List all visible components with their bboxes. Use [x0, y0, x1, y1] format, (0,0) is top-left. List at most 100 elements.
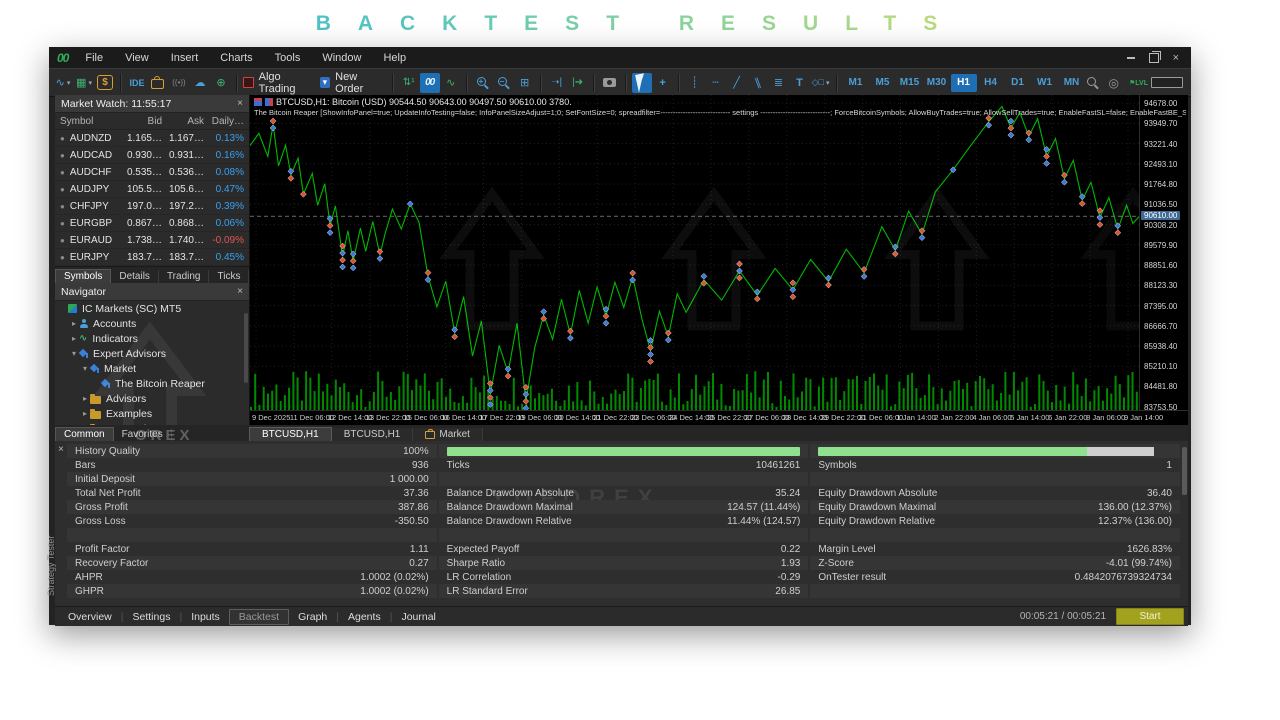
- menu-item-view[interactable]: View: [114, 52, 160, 64]
- chart-tab-btcusd-h1-1[interactable]: BTCUSD,H1: [332, 428, 414, 441]
- timeframe-m5[interactable]: M5: [870, 74, 896, 92]
- shift-end-icon[interactable]: ➝|: [547, 73, 567, 93]
- market-watch-row-eurgbp[interactable]: ●EURGBP0.867…0.868…0.06%: [55, 215, 249, 232]
- tile-windows-icon[interactable]: ⊞: [515, 73, 535, 93]
- tester-tab-inputs[interactable]: Inputs: [182, 610, 229, 624]
- market-watch-row-audnzd[interactable]: ●AUDNZD1.165…1.167…0.13%: [55, 130, 249, 147]
- timeframe-m30[interactable]: M30: [924, 74, 950, 92]
- menu-item-file[interactable]: File: [74, 52, 114, 64]
- market-watch-row-audchf[interactable]: ●AUDCHF0.535…0.536…0.08%: [55, 164, 249, 181]
- market-watch-row-audjpy[interactable]: ●AUDJPY105.5…105.6…0.47%: [55, 181, 249, 198]
- navigator-item-ic-markets-sc-mt5[interactable]: IC Markets (SC) MT5: [55, 301, 249, 316]
- menu-item-tools[interactable]: Tools: [264, 52, 312, 64]
- tree-expand-icon[interactable]: ▾: [80, 364, 90, 373]
- timeframe-m1[interactable]: M1: [843, 74, 869, 92]
- tree-expand-icon[interactable]: ▸: [69, 334, 79, 343]
- timeframe-h4[interactable]: H4: [978, 74, 1004, 92]
- tester-scrollbar[interactable]: [1182, 447, 1187, 495]
- menu-item-charts[interactable]: Charts: [209, 52, 263, 64]
- tester-tab-backtest[interactable]: Backtest: [229, 609, 289, 625]
- cursor-button[interactable]: [632, 73, 652, 93]
- market-watch-tab-ticks[interactable]: Ticks: [209, 270, 249, 283]
- navigator-item-advisors[interactable]: ▸Advisors: [55, 391, 249, 406]
- tester-row: Z-Score-4.01 (99.74%): [810, 556, 1180, 570]
- chart-tab-btcusd-h1-0[interactable]: BTCUSD,H1: [249, 427, 332, 441]
- market-watch-tab-symbols[interactable]: Symbols: [55, 269, 111, 283]
- tree-expand-icon[interactable]: ▸: [80, 394, 90, 403]
- tick-chart-icon[interactable]: ⇅¹: [399, 73, 419, 93]
- tester-row: History Quality100%: [67, 444, 437, 458]
- tester-column-1: Ticks10461261Balance Drawdown Absolute35…: [439, 444, 809, 598]
- market-watch-tab-trading[interactable]: Trading: [159, 270, 210, 283]
- navigator-close-icon[interactable]: ×: [237, 286, 243, 297]
- quotes-window-icon[interactable]: $: [95, 73, 115, 93]
- tester-tab-settings[interactable]: Settings: [124, 610, 180, 624]
- shapes-tool[interactable]: ◇□▾: [811, 73, 831, 93]
- auto-scroll-icon[interactable]: |➜: [568, 73, 588, 93]
- vertical-line-tool[interactable]: ┊: [685, 73, 705, 93]
- price-axis-label: 93221.40: [1144, 140, 1177, 149]
- zoom-in-button[interactable]: +: [473, 73, 493, 93]
- tree-expand-icon[interactable]: ▸: [69, 319, 79, 328]
- navigator-item-accounts[interactable]: ▸Accounts: [55, 316, 249, 331]
- timeframe-h1[interactable]: H1: [951, 74, 977, 92]
- minimize-button[interactable]: [1127, 57, 1135, 59]
- channel-tool[interactable]: ∥: [748, 73, 768, 93]
- menu-item-help[interactable]: Help: [372, 52, 417, 64]
- tester-tab-overview[interactable]: Overview: [59, 610, 121, 624]
- menu-item-window[interactable]: Window: [311, 52, 372, 64]
- vps-icon[interactable]: ⊕: [211, 73, 231, 93]
- market-watch-tab-details[interactable]: Details: [111, 270, 159, 283]
- search-icon[interactable]: [1086, 76, 1099, 89]
- symbol-bullet-icon: ●: [60, 151, 65, 160]
- tree-expand-icon[interactable]: ▾: [69, 349, 79, 358]
- market-watch-row-audcad[interactable]: ●AUDCAD0.930…0.931…0.16%: [55, 147, 249, 164]
- market-watch-row-euraud[interactable]: ●EURAUD1.738…1.740…-0.09%: [55, 232, 249, 249]
- timeframe-w1[interactable]: W1: [1032, 74, 1058, 92]
- horizontal-line-tool[interactable]: ┄: [706, 73, 726, 93]
- navigator-item-the-bitcoin-reaper[interactable]: The Bitcoin Reaper: [55, 376, 249, 391]
- navigator-item-expert-advisors[interactable]: ▾Expert Advisors: [55, 346, 249, 361]
- trendline-tool[interactable]: ╱: [727, 73, 747, 93]
- timeframe-m15[interactable]: M15: [897, 74, 923, 92]
- tester-row: [810, 528, 1180, 542]
- close-button[interactable]: ×: [1173, 53, 1179, 63]
- market-watch-row-eurjpy[interactable]: ●EURJPY183.7…183.7…0.45%: [55, 249, 249, 266]
- start-button[interactable]: Start: [1116, 608, 1184, 625]
- timeframe-d1[interactable]: D1: [1005, 74, 1031, 92]
- text-tool[interactable]: T: [790, 73, 810, 93]
- chart-tab-market-2[interactable]: Market: [413, 428, 483, 441]
- signals-icon[interactable]: ((•)): [169, 73, 189, 93]
- metaeditor-ide-icon[interactable]: IDE: [127, 73, 147, 93]
- market-watch-close-icon[interactable]: ×: [237, 98, 243, 109]
- tester-tab-graph[interactable]: Graph: [289, 610, 336, 624]
- zoom-out-button[interactable]: −: [494, 73, 514, 93]
- chart-profile-icon[interactable]: ▦▾: [74, 73, 94, 93]
- navigator-item-indicators[interactable]: ▸∿Indicators: [55, 331, 249, 346]
- menu-item-insert[interactable]: Insert: [160, 52, 210, 64]
- help-community-icon[interactable]: ◎: [1109, 76, 1119, 90]
- tree-expand-icon[interactable]: ▸: [80, 409, 90, 418]
- new-order-button[interactable]: ▾New Order: [320, 73, 387, 93]
- screenshot-icon[interactable]: [600, 73, 620, 93]
- restore-button[interactable]: [1149, 53, 1159, 63]
- navigator-tab-common[interactable]: Common: [55, 427, 114, 441]
- navigator-item-examples[interactable]: ▸Examples: [55, 406, 249, 421]
- algo-trading-button[interactable]: Algo Trading: [243, 73, 319, 93]
- equidistant-channel-tool[interactable]: ≣: [769, 73, 789, 93]
- tester-tab-agents[interactable]: Agents: [339, 610, 390, 624]
- mt5-quotes-icon[interactable]: 00: [420, 73, 440, 93]
- cloud-icon[interactable]: ☁: [190, 73, 210, 93]
- navigator-scrollbar[interactable]: [244, 313, 248, 383]
- chart-mode-icon[interactable]: ∿▾: [53, 73, 73, 93]
- market-bag-icon[interactable]: [148, 73, 168, 93]
- timeframe-mn[interactable]: MN: [1059, 74, 1085, 92]
- tester-tab-journal[interactable]: Journal: [392, 610, 444, 624]
- crosshair-button[interactable]: +: [653, 73, 673, 93]
- chart-plot[interactable]: [250, 95, 1140, 411]
- navigator-item-market[interactable]: ▾Market: [55, 361, 249, 376]
- toolbar-separator: [120, 74, 122, 92]
- tester-close-icon[interactable]: ×: [58, 444, 64, 455]
- depth-of-market-icon[interactable]: ∿: [441, 73, 461, 93]
- market-watch-row-chfjpy[interactable]: ●CHFJPY197.0…197.2…0.39%: [55, 198, 249, 215]
